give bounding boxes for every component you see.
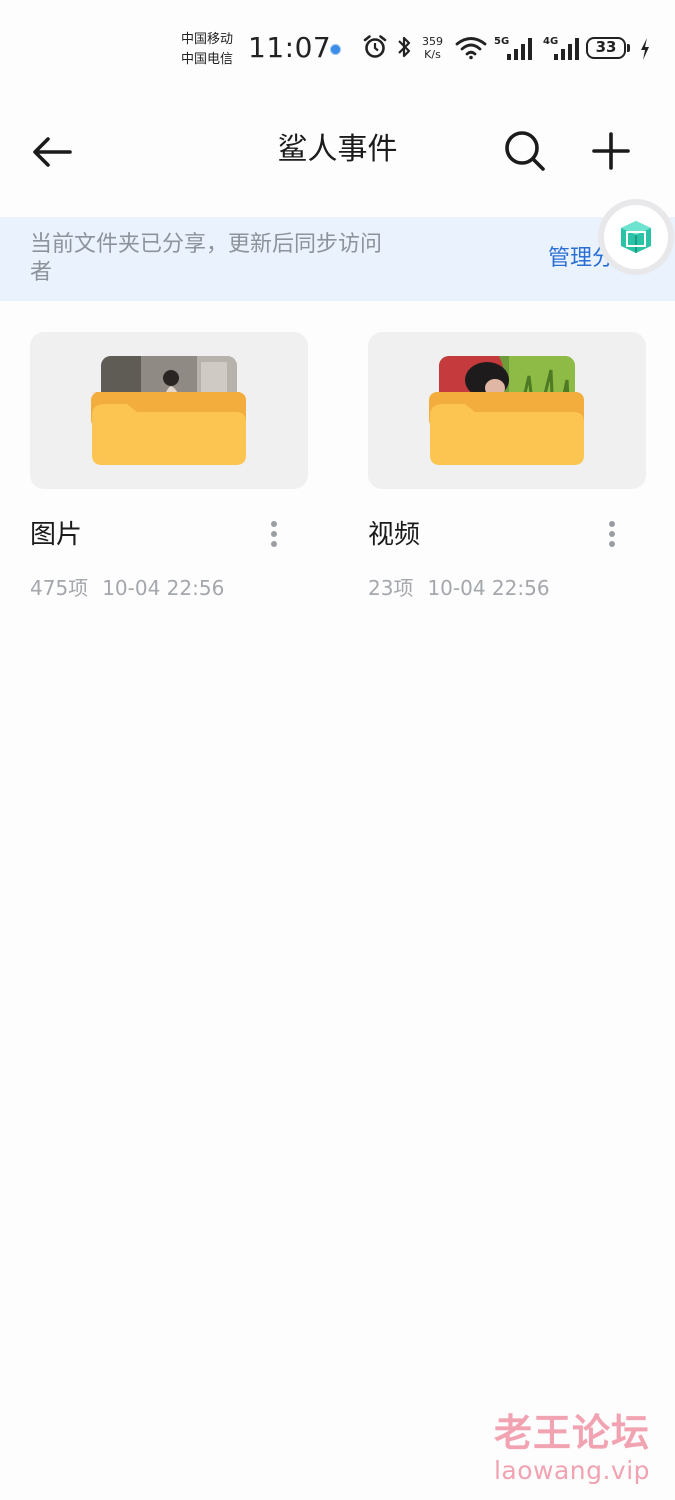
carrier-2: 中国电信 [181, 52, 234, 67]
app-bar: 鲨人事件 [0, 100, 675, 200]
plus-icon [592, 132, 630, 170]
folder-card-videos[interactable]: 视频 23项 10-04 22:56 [368, 332, 646, 600]
folder-meta: 475项 10-04 22:56 [30, 576, 238, 600]
bluetooth-icon [398, 36, 411, 58]
signal-icon [507, 38, 532, 60]
status-time: 11:07 [248, 31, 332, 64]
watermark-url: laowang.vip [493, 1456, 651, 1485]
more-options-button[interactable] [600, 518, 624, 554]
alarm-icon [363, 35, 387, 58]
folder-thumbnail[interactable] [368, 332, 646, 489]
network-speed: 359 K/s [422, 35, 443, 61]
watermark: 老王论坛 laowang.vip [487, 1410, 657, 1486]
folder-icon [91, 392, 246, 465]
folder-thumbnail[interactable] [30, 332, 308, 489]
page-title: 鲨人事件 [277, 132, 398, 167]
folder-name: 图片 [30, 520, 83, 550]
more-options-button[interactable] [262, 518, 286, 554]
more-vertical-icon [609, 521, 615, 547]
cube-icon [621, 221, 651, 253]
carrier-1: 中国移动 [181, 32, 234, 47]
network-speed-value: 359 [422, 35, 443, 48]
folder-card-images[interactable]: 图片 475项 10-04 22:56 [30, 332, 308, 600]
folder-icon [429, 392, 584, 465]
folder-name: 视频 [368, 520, 421, 550]
share-notice-text: 当前文件夹已分享，更新后同步访问者 [30, 232, 383, 285]
add-button[interactable] [586, 126, 636, 176]
carrier-labels: 中国移动 中国电信 [181, 30, 233, 70]
folder-modified-time: 10-04 22:56 [427, 576, 550, 600]
folder-item-count: 475项 [30, 576, 89, 600]
search-icon [505, 131, 545, 171]
search-button[interactable] [500, 126, 550, 176]
signal-icon [554, 38, 579, 60]
share-banner: 当前文件夹已分享，更新后同步访问者 管理分 [0, 217, 675, 301]
wifi-icon [455, 37, 487, 60]
battery-icon: 33 [586, 37, 626, 59]
folder-modified-time: 10-04 22:56 [102, 576, 225, 600]
folder-item-count: 23项 [368, 576, 414, 600]
battery-tip [627, 44, 630, 52]
charging-bolt-icon [641, 38, 649, 60]
network-speed-unit: K/s [424, 48, 441, 61]
floating-assistant-button[interactable] [604, 205, 668, 269]
watermark-title: 老王论坛 [493, 1411, 650, 1455]
status-bar: 中国移动 中国电信 11:07 359 K/s 5G 4G 33 [0, 0, 675, 100]
folder-meta: 23项 10-04 22:56 [368, 576, 564, 600]
more-vertical-icon [271, 521, 277, 547]
app-notification-dot-icon [330, 44, 341, 55]
